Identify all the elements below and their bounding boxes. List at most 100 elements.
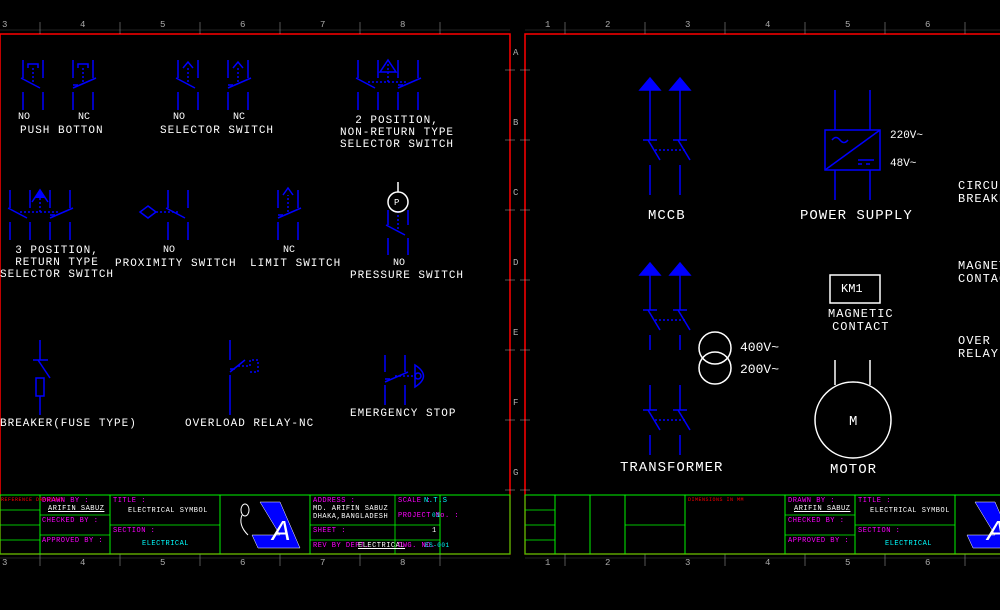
- title-text-r: ELECTRICAL SYMBOL: [870, 507, 950, 515]
- push-button-label: PUSH BOTTON: [20, 125, 104, 137]
- three-pos-selector-symbol: [8, 190, 73, 240]
- sheet-label: SHEET :: [313, 527, 346, 535]
- olr-label: OVER LOA RELAY: [958, 335, 1000, 361]
- logo-icon-right: A: [967, 502, 1000, 548]
- drawn-by-label: DRAWN BY :: [42, 497, 89, 505]
- motor-label: MOTOR: [830, 462, 877, 478]
- prox-no: NO: [163, 245, 175, 256]
- section-text-r: ELECTRICAL: [885, 540, 932, 548]
- pressure-no: NO: [393, 258, 405, 269]
- grid-row-g: G: [513, 468, 518, 478]
- motor-symbol: [815, 360, 891, 458]
- grid-col-r3b: 3: [685, 558, 690, 568]
- two-pos-label: 2 POSITION, NON-RETURN TYPE SELECTOR SWI…: [340, 115, 454, 151]
- grid-col-7b: 7: [320, 558, 325, 568]
- grid-col-r2: 2: [605, 20, 610, 30]
- grid-col-r5b: 5: [845, 558, 850, 568]
- breaker-label: BREAKER(FUSE TYPE): [0, 418, 137, 430]
- title-label: TITLE :: [113, 497, 146, 505]
- sheet-text: 1: [432, 527, 437, 535]
- pressure-label: PRESSURE SWITCH: [350, 270, 464, 282]
- grid-col-r6: 6: [925, 20, 930, 30]
- estop-label: EMERGENCY STOP: [350, 408, 456, 420]
- three-pos-label: 3 POSITION, RETURN TYPE SELECTOR SWITCH: [0, 245, 114, 281]
- grid-row-d: D: [513, 258, 518, 268]
- ps-v1: 220V~: [890, 130, 923, 142]
- scale-text: N.T.S: [424, 497, 448, 505]
- grid-col-r1b: 1: [545, 558, 550, 568]
- title-label-r: TITLE :: [858, 497, 891, 505]
- dim-label: DIMENSIONS IN MM: [688, 497, 744, 503]
- mccb-symbol: [640, 78, 690, 195]
- selector-label: SELECTOR SWITCH: [160, 125, 274, 137]
- section-label-r: SECTION :: [858, 527, 900, 535]
- tx-v2: 200V~: [740, 362, 779, 377]
- power-supply-symbol: [825, 90, 880, 200]
- p-label: P: [394, 198, 399, 208]
- logo-icon: A: [241, 502, 300, 548]
- grid-col-r1: 1: [545, 20, 550, 30]
- project-label: PROJECT No. :: [398, 512, 459, 520]
- grid-col-r4b: 4: [765, 558, 770, 568]
- grid-col-3: 3: [2, 20, 7, 30]
- address-text: MD. ARIFIN SABUZ DHAKA,BANGLADESH: [313, 505, 388, 521]
- breaker-fuse-symbol: [33, 340, 50, 415]
- mc-right-label: MAGNETI CONTACT: [958, 260, 1000, 286]
- grid-col-8: 8: [400, 20, 405, 30]
- grid-col-4b: 4: [80, 558, 85, 568]
- limit-nc: NC: [283, 245, 295, 256]
- proximity-symbol: [140, 190, 188, 240]
- drawn-by: ARIFIN SABUZ: [48, 505, 104, 513]
- grid-col-r4: 4: [765, 20, 770, 30]
- grid-row-a: A: [513, 48, 518, 58]
- selector-no-symbol: [176, 60, 198, 110]
- overload-label: OVERLOAD RELAY-NC: [185, 418, 314, 430]
- grid-row-e: E: [513, 328, 518, 338]
- pressure-symbol: [386, 182, 408, 255]
- mc-label: MAGNETIC CONTACT: [828, 308, 894, 334]
- drawn-by-label-r: DRAWN BY :: [788, 497, 835, 505]
- svg-text:A: A: [270, 515, 291, 546]
- grid-col-5: 5: [160, 20, 165, 30]
- mccb-label: MCCB: [648, 208, 686, 224]
- address-label: ADDRESS :: [313, 497, 355, 505]
- grid-col-r6b: 6: [925, 558, 930, 568]
- grid-col-7: 7: [320, 20, 325, 30]
- limit-symbol: [278, 188, 301, 240]
- approved-by-label: APPROVED BY :: [42, 537, 103, 545]
- push-button-nc-symbol: [73, 60, 96, 110]
- section-text: ELECTRICAL: [142, 540, 189, 548]
- nc-label: NC: [78, 112, 90, 123]
- grid-row-f: F: [513, 398, 518, 408]
- dwg-text: ES-001: [425, 542, 450, 549]
- tx-label: TRANSFORMER: [620, 460, 723, 476]
- tx-v1: 400V~: [740, 340, 779, 355]
- m-label: M: [849, 414, 857, 430]
- project-text: 01: [432, 512, 440, 519]
- overload-nc-symbol: [230, 340, 258, 415]
- power-supply-label: POWER SUPPLY: [800, 208, 913, 224]
- grid-col-3b: 3: [2, 558, 7, 568]
- ps-v2: 48V~: [890, 158, 916, 170]
- nc-label-sel: NC: [233, 112, 245, 123]
- no-label: NO: [18, 112, 30, 123]
- cb-label: CIRCUI BREAKE: [958, 180, 1000, 206]
- estop-symbol: [385, 355, 424, 405]
- checked-by-label-r: CHECKED BY :: [788, 517, 844, 525]
- grid-col-4: 4: [80, 20, 85, 30]
- prox-label: PROXIMITY SWITCH: [115, 258, 237, 270]
- transformer-symbol: [640, 263, 731, 455]
- svg-text:A: A: [985, 515, 1000, 546]
- grid-col-r3: 3: [685, 20, 690, 30]
- grid-row-b: B: [513, 118, 518, 128]
- section-label: SECTION :: [113, 527, 155, 535]
- selector-nc-symbol: [228, 60, 251, 110]
- drawn-by-r: ARIFIN SABUZ: [794, 505, 850, 513]
- grid-row-c: C: [513, 188, 518, 198]
- grid-col-6: 6: [240, 20, 245, 30]
- grid-col-r2b: 2: [605, 558, 610, 568]
- checked-by-label: CHECKED BY :: [42, 517, 98, 525]
- grid-col-r5: 5: [845, 20, 850, 30]
- km1-label: KM1: [841, 282, 863, 296]
- no-label-sel: NO: [173, 112, 185, 123]
